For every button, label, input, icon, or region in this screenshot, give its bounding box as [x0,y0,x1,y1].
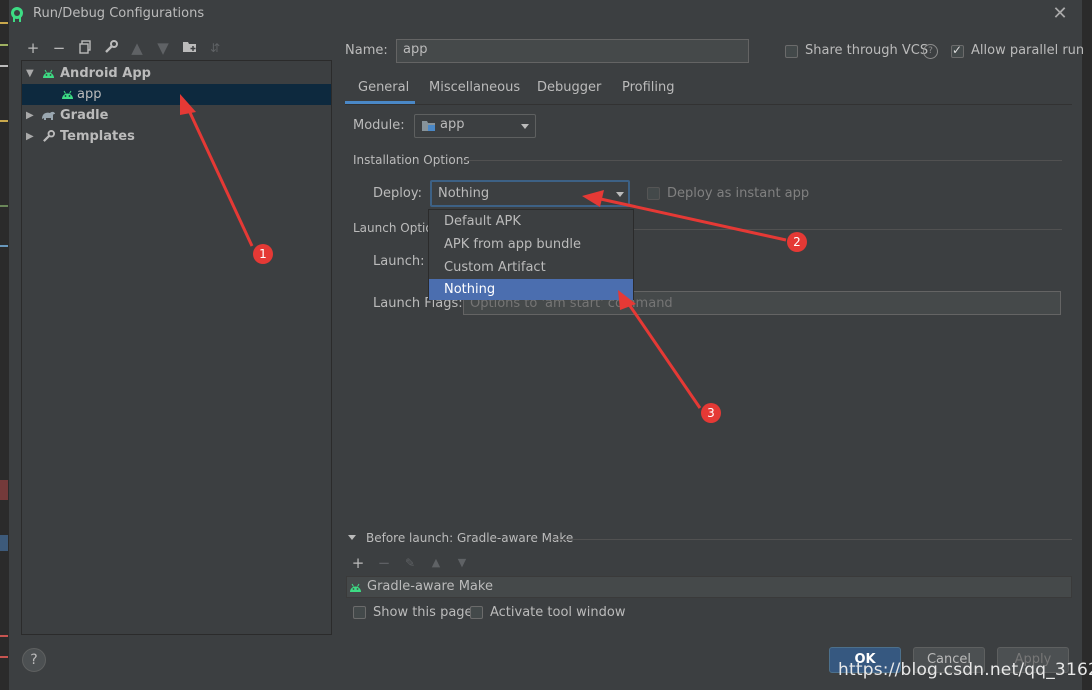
annotation-arrowhead [618,290,636,310]
annotation-arrow [184,103,254,247]
annotation-arrow [595,196,787,242]
annotation-badge-1: 1 [253,244,273,264]
annotation-arrow [624,299,702,409]
annotation-badge-2: 2 [787,232,807,252]
annotation-badge-3: 3 [701,403,721,423]
watermark-text: https://blog.csdn.net/qq_31622345 [838,660,1092,680]
annotation-arrowhead [582,190,604,207]
annotation-arrows [180,94,787,409]
annotation-arrowhead [180,94,196,115]
